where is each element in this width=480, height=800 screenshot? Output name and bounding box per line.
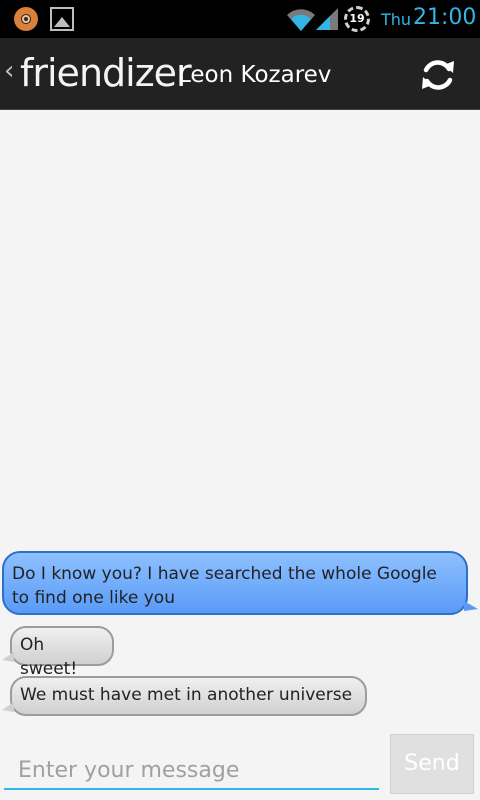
- conversation-area[interactable]: Do I know you? I have searched the whole…: [0, 110, 480, 734]
- refresh-icon[interactable]: [418, 55, 458, 95]
- contact-name: Leon Kozarev: [178, 62, 332, 88]
- action-bar: ‹ friendizer Leon Kozarev: [0, 38, 480, 110]
- app-logo[interactable]: friendizer: [20, 51, 192, 95]
- app-notification-icon: [14, 7, 38, 31]
- chevron-left-icon[interactable]: ‹: [4, 56, 14, 86]
- status-bar: 19 Thu 21:00: [0, 0, 480, 38]
- alarm-badge-icon: 19: [344, 6, 370, 32]
- message-composer: Send: [0, 734, 480, 800]
- message-input[interactable]: [4, 744, 379, 790]
- message-bubble-incoming[interactable]: We must have met in another universe: [2, 676, 367, 716]
- image-notification-icon: [50, 7, 74, 31]
- wifi-icon: [287, 9, 315, 32]
- status-day: Thu: [381, 10, 412, 29]
- message-bubble-incoming[interactable]: Oh sweet!: [2, 626, 114, 679]
- status-time: 21:00: [413, 5, 477, 30]
- message-bubble-outgoing[interactable]: Do I know you? I have searched the whole…: [2, 551, 478, 615]
- send-button[interactable]: Send: [390, 734, 474, 794]
- signal-icon: [316, 8, 338, 30]
